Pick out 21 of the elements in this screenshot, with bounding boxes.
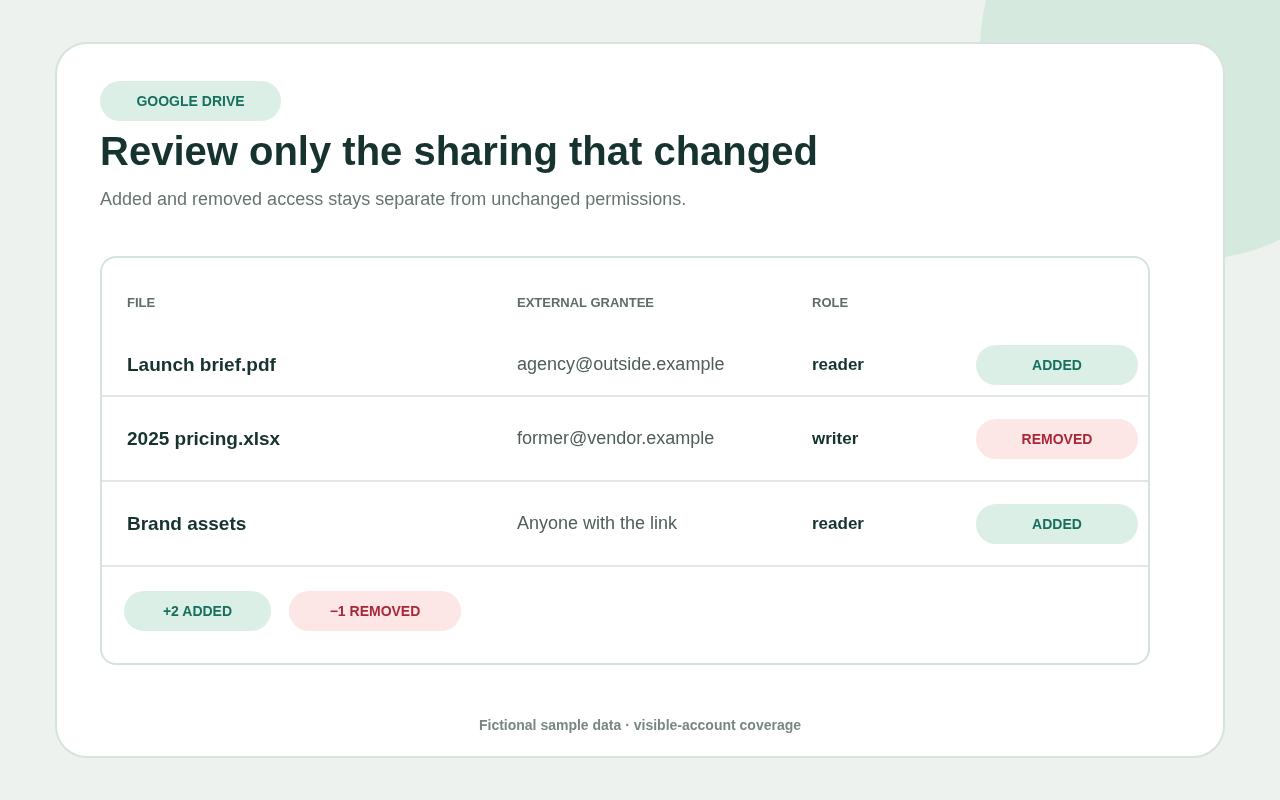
status-tag: ADDED — [976, 503, 1138, 544]
column-header: ROLE — [812, 294, 849, 310]
grantee-cell: former@vendor.example — [517, 428, 715, 449]
grantee-cell: agency@outside.example — [517, 354, 725, 375]
role-cell: reader — [812, 513, 864, 534]
page-title: Review only the sharing that changed — [100, 128, 818, 175]
grantee-cell: Anyone with the link — [517, 513, 678, 534]
status-tag: ADDED — [976, 344, 1138, 385]
role-cell: writer — [812, 428, 859, 449]
file-name: 2025 pricing.xlsx — [127, 427, 281, 450]
status-tag: REMOVED — [976, 418, 1138, 459]
role-cell: reader — [812, 354, 864, 375]
footer-note: Fictional sample data · visible-account coverage — [478, 716, 802, 734]
column-header: EXTERNAL GRANTEE — [517, 294, 654, 310]
page-subtitle: Added and removed access stays separate from unchanged permissions. — [100, 188, 687, 211]
file-name: Brand assets — [127, 512, 247, 535]
file-name: Launch brief.pdf — [127, 353, 276, 376]
summary-tag: −1 REMOVED — [289, 591, 461, 631]
summary-tag: +2 ADDED — [124, 591, 271, 631]
source-tag: GOOGLE DRIVE — [100, 81, 281, 121]
column-header: FILE — [127, 294, 156, 310]
